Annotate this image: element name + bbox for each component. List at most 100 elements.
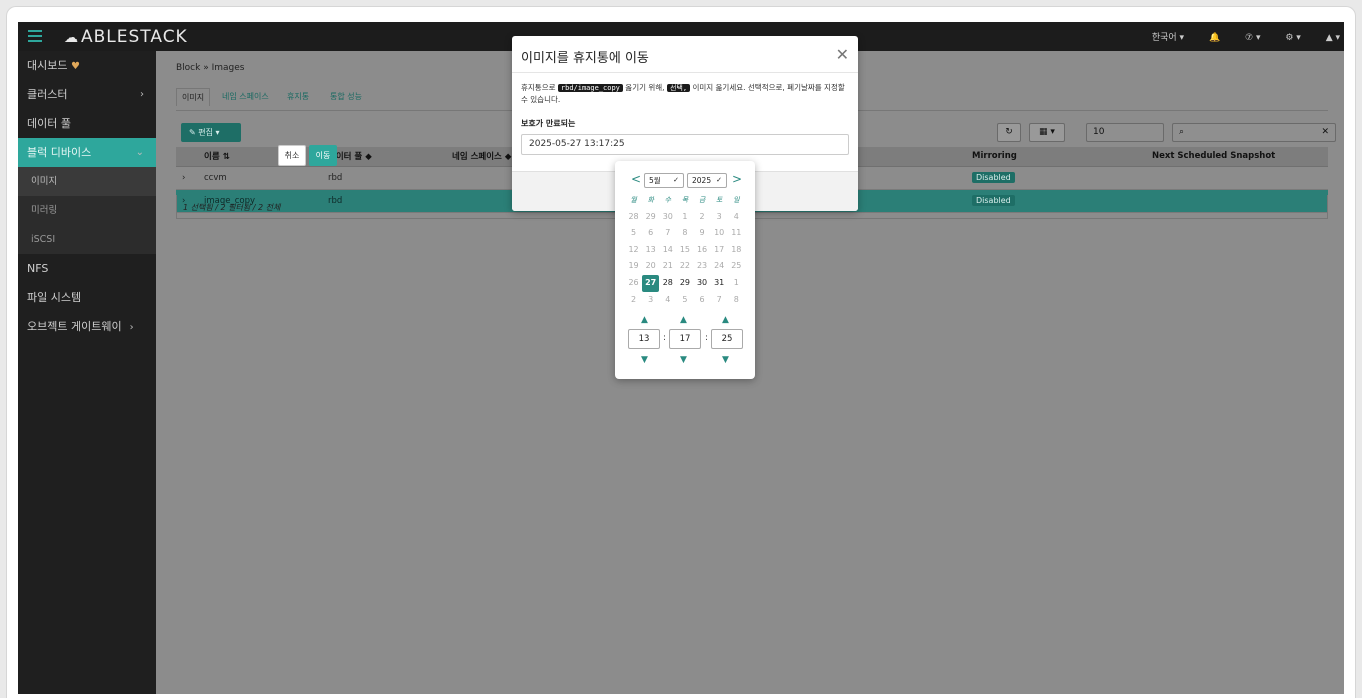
chevron-right-icon[interactable]: > <box>732 172 742 186</box>
day-cell: 30 <box>662 211 673 221</box>
sidebar: 대시보드 ♥ 클러스터 › 데이터 풀 블럭 디바이스 ⌄ 이미지 미러링 iSCS… <box>18 51 156 694</box>
week-row: 5 6 7 8 9 10 11 <box>625 225 745 242</box>
day-cell: 28 <box>628 211 639 221</box>
minute-down-icon[interactable]: ▼ <box>680 355 687 365</box>
dialog-title: 이미지를 휴지통에 이동 <box>521 51 649 66</box>
top-right-controls: 한국어 ▾ 🔔 ⑦ ▾ ⚙ ▾ ▲ ▾ <box>1130 30 1340 43</box>
logo: ☁ ABLESTACK <box>64 27 188 47</box>
tab-trash[interactable]: 휴지통 <box>287 91 309 102</box>
refresh-button[interactable]: ↻ <box>997 123 1021 142</box>
search-input[interactable]: ⌕ ✕ <box>1172 123 1336 142</box>
sidebar-item-nfs[interactable]: NFS <box>18 254 156 283</box>
day-cell: 11 <box>731 228 742 238</box>
tab-images[interactable]: 이미지 <box>176 88 211 106</box>
week-row: 26 27 28 29 30 31 1 <box>625 274 745 292</box>
tab-namespace[interactable]: 네임 스페이스 <box>222 91 269 102</box>
sidebar-item-dashboard[interactable]: 대시보드 ♥ <box>18 51 156 80</box>
day-cell[interactable]: 4 <box>659 292 676 309</box>
day-cell[interactable]: 5 <box>676 292 693 309</box>
day-cell[interactable]: 7 <box>711 292 728 309</box>
week-row: 2 3 4 5 6 7 8 <box>625 292 745 309</box>
chevron-right-icon: › <box>140 89 144 100</box>
second-down-icon[interactable]: ▼ <box>722 355 729 365</box>
col-mirroring: Mirroring <box>966 147 1146 167</box>
close-icon[interactable]: ✕ <box>836 45 849 64</box>
bell-icon[interactable]: 🔔 <box>1209 33 1220 43</box>
week-row: 12 13 14 15 16 17 18 <box>625 242 745 259</box>
day-cell: 24 <box>714 261 725 271</box>
clear-icon[interactable]: ✕ <box>1321 124 1329 141</box>
divider <box>512 72 858 73</box>
day-cell: 16 <box>696 244 708 254</box>
day-cell: 4 <box>733 211 739 221</box>
expiry-date-input[interactable]: 2025-05-27 13:17:25 <box>521 134 849 155</box>
chevron-left-icon[interactable]: < <box>631 172 641 186</box>
day-cell: 29 <box>645 211 656 221</box>
month-select[interactable]: 5월 ✓ <box>644 173 684 188</box>
year-select[interactable]: 2025 ✓ <box>687 173 727 188</box>
day-cell: 14 <box>662 244 673 254</box>
date-picker: < 5월 ✓ 2025 ✓ > 월 화 수 목 금 토 일 28 29 30 1 2… <box>615 161 755 379</box>
day-cell-selected[interactable]: 27 <box>642 274 660 292</box>
expand-icon[interactable]: › <box>176 166 198 190</box>
sidebar-subitem-mirroring[interactable]: 미러링 <box>18 196 156 225</box>
day-cell: 18 <box>731 244 742 254</box>
expiry-label: 보호가 만료되는 <box>521 119 576 128</box>
day-cell[interactable]: 29 <box>676 275 693 292</box>
day-cell: 15 <box>679 244 691 254</box>
heart-icon: ♥ <box>70 61 80 72</box>
minute-input[interactable]: 17 <box>669 329 701 349</box>
dialog-message: 휴지통으로 rbd/image_copy 옮기기 위해, 선택, 이미지 옮기세… <box>521 83 845 104</box>
second-up-icon[interactable]: ▲ <box>722 315 729 325</box>
sidebar-item-cluster[interactable]: 클러스터 › <box>18 80 156 109</box>
day-cell: 6 <box>648 228 654 238</box>
chevron-down-icon: ✓ <box>673 176 679 184</box>
day-cell: 23 <box>696 261 708 271</box>
day-cell: 7 <box>665 228 671 238</box>
move-button[interactable]: 이동 <box>309 145 337 166</box>
tab-performance[interactable]: 통합 성능 <box>330 91 362 102</box>
edit-button[interactable]: ✎ 편집 ▾ <box>181 123 241 142</box>
cancel-button[interactable]: 취소 <box>278 145 306 166</box>
columns-button[interactable]: ▦ ▾ <box>1029 123 1065 142</box>
day-cell: 25 <box>731 261 742 271</box>
sidebar-item-object-gateway[interactable]: 오브젝트 게이트웨이 › <box>18 312 156 341</box>
day-cell[interactable]: 30 <box>694 275 711 292</box>
sidebar-subitem-iscsi[interactable]: iSCSI <box>18 225 156 254</box>
second-input[interactable]: 25 <box>711 329 743 349</box>
day-cell[interactable]: 28 <box>659 275 676 292</box>
day-cell[interactable]: 6 <box>694 292 711 309</box>
day-cell[interactable]: 31 <box>711 275 728 292</box>
minute-up-icon[interactable]: ▲ <box>680 315 687 325</box>
language-select[interactable]: 한국어 ▾ <box>1152 33 1184 43</box>
day-cell[interactable]: 8 <box>728 292 745 309</box>
calendar-grid: 월 화 수 목 금 토 일 28 29 30 1 2 3 4 5 6 7 8 9… <box>625 192 745 308</box>
sidebar-subitem-images[interactable]: 이미지 <box>18 167 156 196</box>
status-badge: Disabled <box>972 172 1015 183</box>
settings-menu[interactable]: ⚙ ▾ <box>1285 33 1300 43</box>
chevron-down-icon: ✓ <box>716 176 722 184</box>
day-cell: 10 <box>714 228 725 238</box>
day-cell: 1 <box>682 211 688 221</box>
day-cell: 5 <box>631 228 637 238</box>
per-page-input[interactable]: 10 <box>1086 123 1164 142</box>
hour-down-icon[interactable]: ▼ <box>641 355 648 365</box>
hour-up-icon[interactable]: ▲ <box>641 315 648 325</box>
day-cell[interactable]: 2 <box>625 292 642 309</box>
day-cell: 21 <box>662 261 673 271</box>
hour-input[interactable]: 13 <box>628 329 660 349</box>
col-pool[interactable]: 데이터 풀 ◆ <box>322 147 446 167</box>
sidebar-item-filesystem[interactable]: 파일 시스템 <box>18 283 156 312</box>
sidebar-item-block-device[interactable]: 블럭 디바이스 ⌄ <box>18 138 156 167</box>
day-cell: 8 <box>682 228 688 238</box>
day-cell[interactable]: 3 <box>642 292 659 309</box>
day-cell: 19 <box>628 261 639 271</box>
day-cell: 3 <box>716 211 722 221</box>
sidebar-item-data-pool[interactable]: 데이터 풀 <box>18 109 156 138</box>
user-menu[interactable]: ▲ ▾ <box>1326 33 1340 43</box>
day-cell: 22 <box>679 261 691 271</box>
day-cell[interactable]: 1 <box>728 275 745 292</box>
menu-icon[interactable] <box>28 30 42 42</box>
help-menu[interactable]: ⑦ ▾ <box>1245 33 1260 43</box>
day-cell: 9 <box>699 228 705 238</box>
